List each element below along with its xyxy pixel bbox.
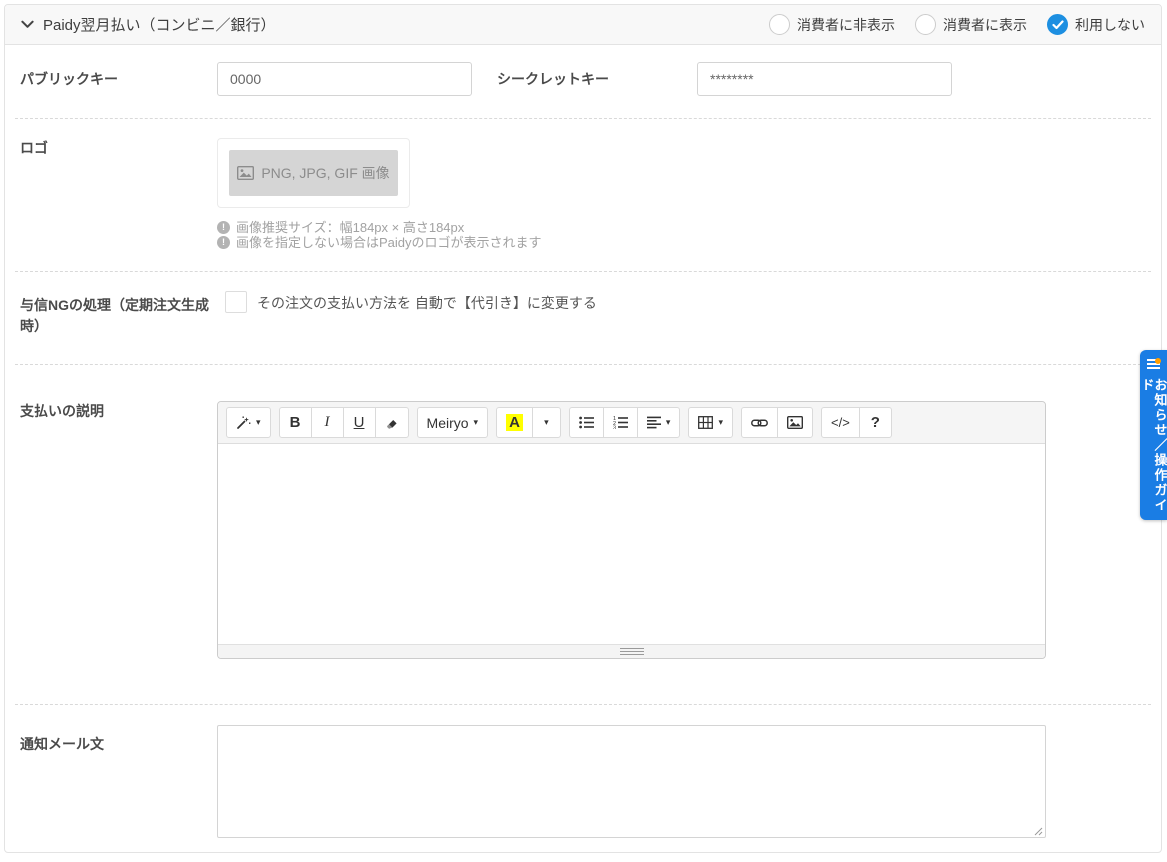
news-guide-tab[interactable]: お知らせ／操作ガイド	[1140, 350, 1167, 520]
caret-down-icon: ▾	[544, 418, 549, 427]
radio-label: 消費者に表示	[943, 15, 1027, 35]
list-ol-icon: 1 2 3	[613, 416, 628, 429]
magic-style-button[interactable]: ▾	[226, 407, 271, 438]
caret-down-icon: ▾	[256, 418, 261, 427]
info-icon: !	[217, 221, 230, 234]
payment-description-label: 支払いの説明	[20, 401, 217, 422]
caret-down-icon: ▾	[474, 418, 479, 427]
notification-mail-row: 通知メール文	[20, 705, 1146, 843]
font-style-group: B I U	[279, 407, 409, 438]
chevron-down-icon[interactable]	[21, 20, 34, 29]
editor-content-area[interactable]	[218, 444, 1045, 644]
richtext-editor: ▾ B I U	[217, 401, 1046, 659]
credit-ng-checkbox-label[interactable]: その注文の支払い方法を 自動で【代引き】に変更する	[257, 291, 597, 313]
editor-resize-bar[interactable]	[218, 644, 1045, 658]
style-group: ▾	[226, 407, 271, 438]
paidy-settings-panel: Paidy翌月払い（コンビニ／銀行） 消費者に非表示 消費者に表示 利用しない	[4, 4, 1162, 853]
secret-key-label: シークレットキー	[497, 62, 697, 90]
insert-group	[741, 407, 813, 438]
font-color-dropdown-button[interactable]: ▾	[532, 407, 561, 438]
logo-upload-button[interactable]: PNG, JPG, GIF 画像	[229, 150, 398, 196]
magic-wand-icon	[236, 415, 251, 430]
secret-key-input[interactable]	[697, 62, 952, 96]
picture-icon	[787, 416, 803, 429]
logo-upload-button-label: PNG, JPG, GIF 画像	[261, 163, 389, 183]
resize-grip-icon	[620, 648, 644, 655]
logo-row: ロゴ PNG, JPG, GIF 画像 ! 画像推奨	[20, 119, 1146, 271]
logo-hint-size: ! 画像推奨サイズ：幅184px × 高さ184px	[217, 220, 542, 235]
logo-hint-default: ! 画像を指定しない場合はPaidyのロゴが表示されます	[217, 235, 542, 250]
notification-dot	[1155, 358, 1161, 364]
hint-text: 画像推奨サイズ：幅184px × 高さ184px	[236, 220, 464, 235]
misc-group: </> ?	[821, 407, 892, 438]
font-family-value: Meiryo	[427, 415, 469, 431]
notification-mail-label: 通知メール文	[20, 725, 217, 755]
credit-ng-label: 与信NGの処理（定期注文生成時）	[20, 291, 217, 337]
bold-button[interactable]: B	[279, 407, 312, 438]
hint-text: 画像を指定しない場合はPaidyのロゴが表示されます	[236, 235, 542, 250]
radio-circle[interactable]	[769, 14, 790, 35]
table-grid-icon	[698, 416, 713, 429]
panel-title: Paidy翌月払い（コンビニ／銀行）	[43, 14, 276, 35]
paragraph-align-button[interactable]: ▾	[637, 407, 681, 438]
credit-ng-field: その注文の支払い方法を 自動で【代引き】に変更する	[217, 291, 597, 313]
eraser-icon	[385, 416, 399, 430]
api-keys-row: パブリックキー シークレットキー	[20, 45, 1146, 118]
textarea-resize-grip-icon[interactable]	[1033, 826, 1043, 836]
underline-button[interactable]: U	[343, 407, 376, 438]
credit-ng-row: 与信NGの処理（定期注文生成時） その注文の支払い方法を 自動で【代引き】に変更…	[20, 272, 1146, 364]
editor-toolbar: ▾ B I U	[218, 402, 1045, 444]
caret-down-icon: ▾	[666, 418, 671, 427]
link-button[interactable]	[741, 407, 778, 438]
payment-description-row: 支払いの説明 ▾	[20, 365, 1146, 704]
color-letter: A	[506, 414, 523, 431]
font-color-button[interactable]: A	[496, 407, 533, 438]
italic-button[interactable]: I	[311, 407, 344, 438]
radio-show-to-consumer[interactable]: 消費者に表示	[915, 14, 1027, 35]
logo-upload-zone[interactable]: PNG, JPG, GIF 画像	[217, 138, 410, 208]
credit-ng-checkbox[interactable]	[225, 291, 247, 313]
radio-label: 消費者に非表示	[797, 15, 895, 35]
table-button[interactable]: ▾	[688, 407, 733, 438]
picture-icon	[237, 166, 254, 180]
notification-mail-field	[217, 725, 1046, 843]
unordered-list-button[interactable]	[569, 407, 604, 438]
radio-circle[interactable]	[1047, 14, 1068, 35]
clear-format-button[interactable]	[375, 407, 409, 438]
panel-toggle[interactable]: Paidy翌月払い（コンビニ／銀行）	[21, 14, 276, 35]
check-icon	[1052, 20, 1064, 30]
notification-mail-textarea[interactable]	[217, 725, 1046, 838]
notification-list-icon	[1147, 359, 1160, 371]
news-guide-tab-label: お知らせ／操作ガイド	[1141, 378, 1167, 520]
ordered-list-button[interactable]: 1 2 3	[603, 407, 638, 438]
font-family-button[interactable]: Meiryo ▾	[417, 407, 489, 438]
svg-text:3: 3	[613, 426, 616, 430]
info-icon: !	[217, 236, 230, 249]
radio-label: 利用しない	[1075, 15, 1145, 35]
public-key-label: パブリックキー	[20, 62, 217, 90]
logo-hints: ! 画像推奨サイズ：幅184px × 高さ184px ! 画像を指定しない場合は…	[217, 220, 542, 250]
panel-header: Paidy翌月払い（コンビニ／銀行） 消費者に非表示 消費者に表示 利用しない	[5, 5, 1161, 45]
visibility-radio-group: 消費者に非表示 消費者に表示 利用しない	[769, 14, 1145, 35]
list-ul-icon	[579, 416, 594, 429]
align-left-icon	[647, 416, 661, 429]
radio-circle[interactable]	[915, 14, 936, 35]
public-key-input[interactable]	[217, 62, 472, 96]
logo-field: PNG, JPG, GIF 画像 ! 画像推奨サイズ：幅184px × 高さ18…	[217, 138, 542, 250]
radio-hide-from-consumer[interactable]: 消費者に非表示	[769, 14, 895, 35]
chain-link-icon	[751, 418, 768, 428]
table-group: ▾	[688, 407, 733, 438]
font-family-group: Meiryo ▾	[417, 407, 489, 438]
paragraph-group: 1 2 3 ▾	[569, 407, 681, 438]
caret-down-icon: ▾	[718, 418, 723, 427]
logo-label: ロゴ	[20, 138, 217, 159]
radio-do-not-use[interactable]: 利用しない	[1047, 14, 1145, 35]
help-button[interactable]: ?	[859, 407, 892, 438]
code-view-button[interactable]: </>	[821, 407, 860, 438]
color-group: A ▾	[496, 407, 561, 438]
insert-picture-button[interactable]	[777, 407, 813, 438]
